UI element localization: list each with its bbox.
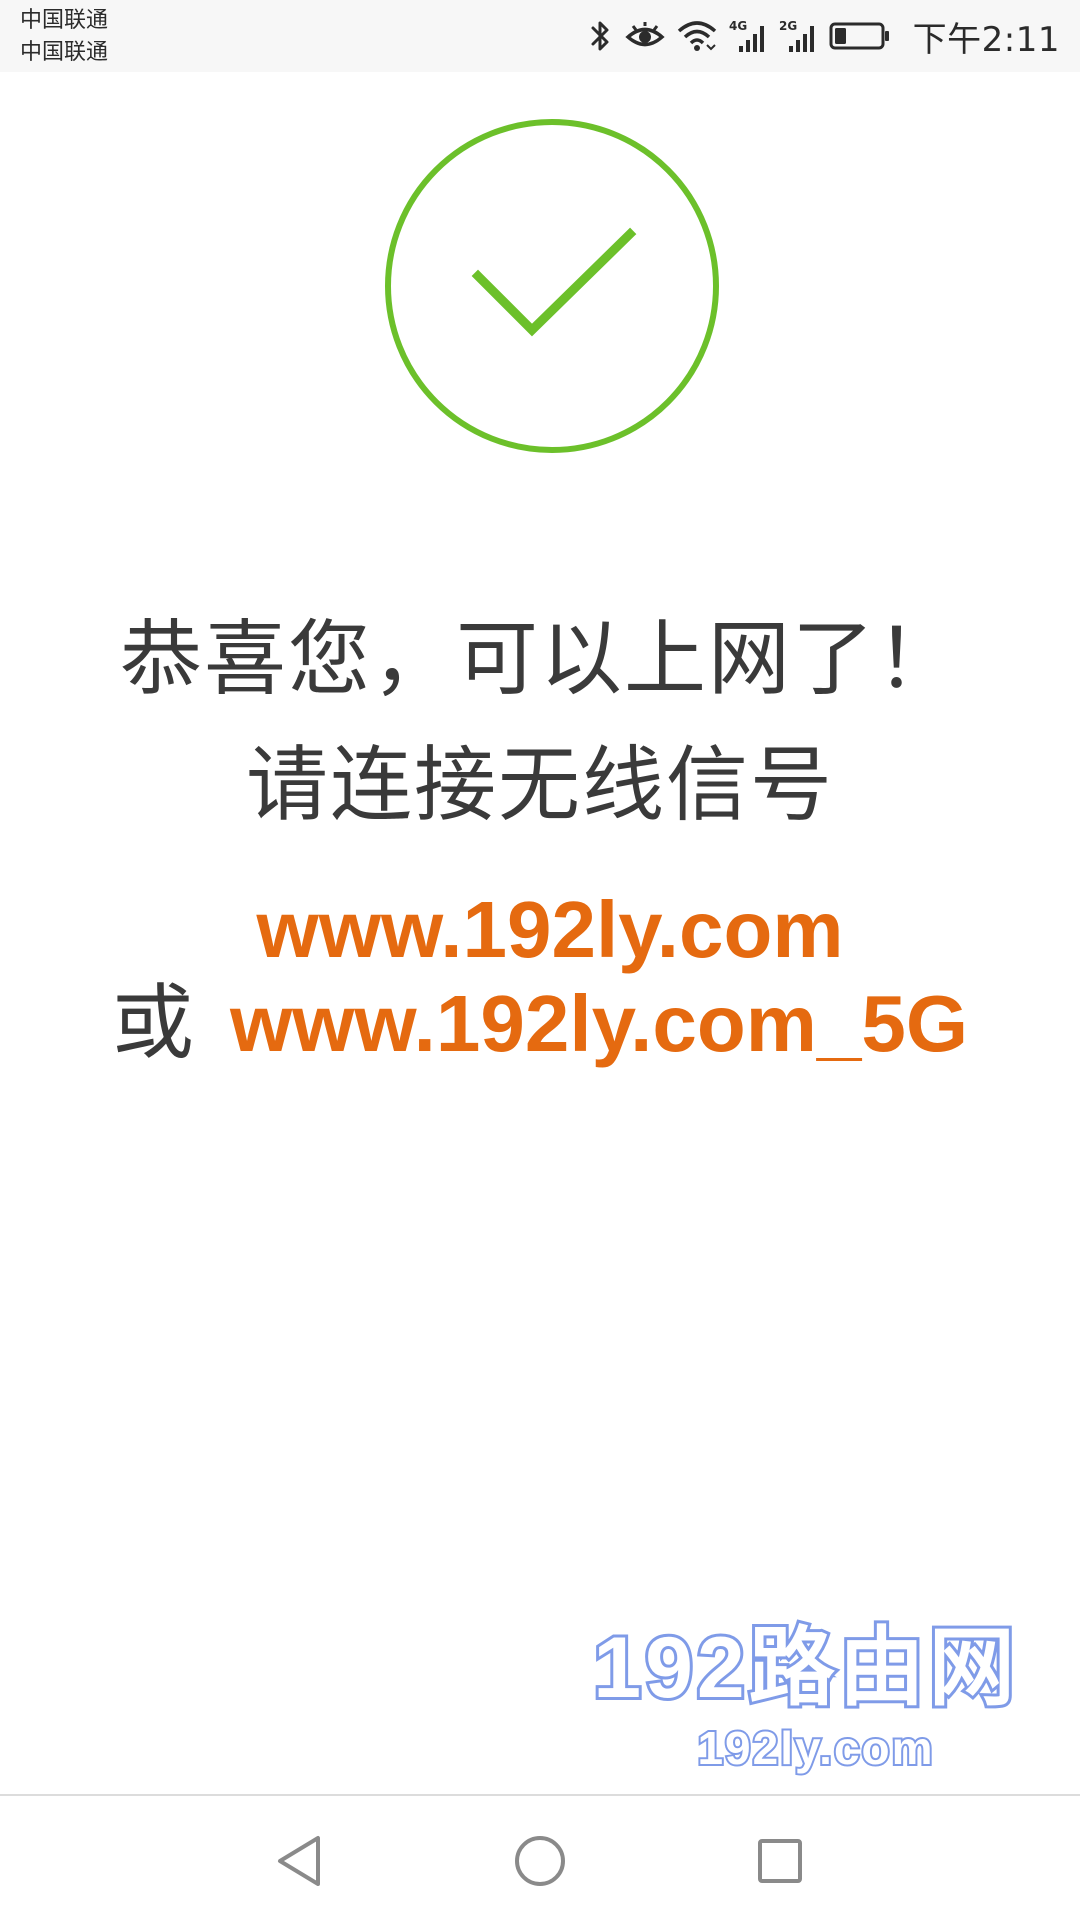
or-label: 或 bbox=[111, 976, 194, 1071]
success-headline: 恭喜您，可以上网了！ bbox=[119, 612, 960, 707]
home-button[interactable] bbox=[505, 1826, 575, 1896]
battery-icon bbox=[829, 22, 889, 50]
ssid-secondary: www.192ly.com_5G bbox=[229, 979, 969, 1068]
recent-apps-icon bbox=[758, 1839, 802, 1883]
ssid-primary: www.192ly.com bbox=[256, 885, 844, 974]
status-bar: 中国联通 中国联通 4G 2G 下午2:11 bbox=[0, 0, 1080, 72]
ssid-alternative-row: 或 www.192ly.com_5G bbox=[0, 974, 1080, 1074]
back-icon bbox=[278, 1836, 320, 1886]
svg-text:2G: 2G bbox=[779, 19, 797, 33]
check-circle-icon bbox=[385, 119, 719, 453]
home-icon bbox=[515, 1836, 565, 1886]
bluetooth-icon bbox=[591, 21, 609, 51]
back-button[interactable] bbox=[264, 1826, 334, 1896]
connect-instruction: 请连接无线信号 bbox=[245, 738, 834, 833]
signal-2g-icon: 2G bbox=[779, 19, 814, 52]
carrier-name-1: 中国联通 bbox=[20, 8, 109, 33]
watermark-title: 192路由网 bbox=[590, 1617, 1019, 1719]
eye-comfort-icon bbox=[624, 22, 665, 47]
battery-fill bbox=[834, 28, 846, 44]
carrier-name-2: 中国联通 bbox=[20, 40, 109, 65]
wifi-icon bbox=[677, 21, 716, 51]
signal-4g-icon: 4G bbox=[729, 19, 764, 52]
watermark-domain: 192ly.com bbox=[695, 1720, 935, 1776]
navigation-bar bbox=[0, 1794, 1080, 1922]
status-icons: 4G 2G 下午2:11 bbox=[587, 14, 1060, 60]
svg-text:4G: 4G bbox=[729, 19, 747, 33]
watermark-logo: 192路由网 192ly.com bbox=[576, 1617, 1036, 1780]
recent-apps-button[interactable] bbox=[745, 1826, 815, 1896]
clock: 下午2:11 bbox=[912, 19, 1060, 60]
